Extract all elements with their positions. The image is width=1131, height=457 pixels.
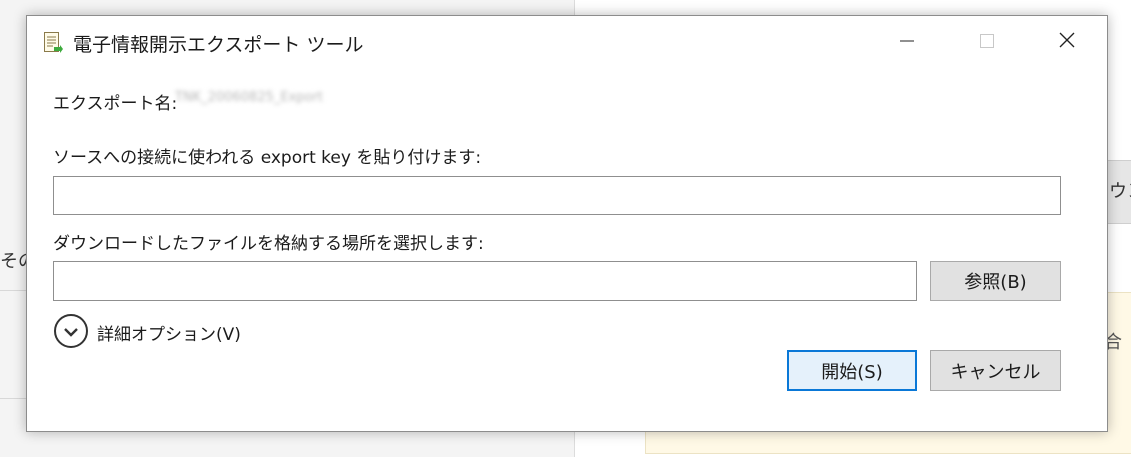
export-key-input[interactable] (53, 176, 1061, 215)
close-icon (1059, 32, 1075, 52)
export-name-label: エクスポート名: (53, 94, 178, 114)
document-icon (43, 31, 63, 55)
background-divider (0, 290, 26, 291)
browse-button[interactable]: 参照(B) (930, 261, 1061, 301)
download-location-input[interactable] (53, 261, 917, 301)
cancel-button[interactable]: キャンセル (930, 350, 1061, 391)
export-tool-dialog: 電子情報開示エクスポート ツール エクスポート名: TNK_20060825_E… (26, 15, 1108, 432)
minimize-icon (900, 33, 914, 52)
background-left-text: そのメ (0, 251, 26, 272)
minimize-button[interactable] (867, 16, 947, 68)
maximize-icon (980, 33, 994, 52)
start-button[interactable]: 開始(S) (787, 350, 917, 391)
chevron-down-icon (63, 322, 79, 341)
title-bar[interactable]: 電子情報開示エクスポート ツール (27, 16, 1107, 68)
background-divider (0, 398, 26, 399)
export-key-label: ソースへの接続に使われる export key を貼り付けます: (53, 148, 482, 168)
advanced-options-toggle[interactable] (54, 314, 88, 348)
close-button[interactable] (1027, 16, 1107, 68)
advanced-options-label[interactable]: 詳細オプション(V) (97, 320, 241, 345)
background-button[interactable]: ウン (1106, 160, 1131, 224)
window-title: 電子情報開示エクスポート ツール (73, 34, 364, 56)
export-name-value: TNK_20060825_Export (175, 90, 323, 105)
download-location-label: ダウンロードしたファイルを格納する場所を選択します: (53, 234, 484, 254)
maximize-button[interactable] (947, 16, 1027, 68)
